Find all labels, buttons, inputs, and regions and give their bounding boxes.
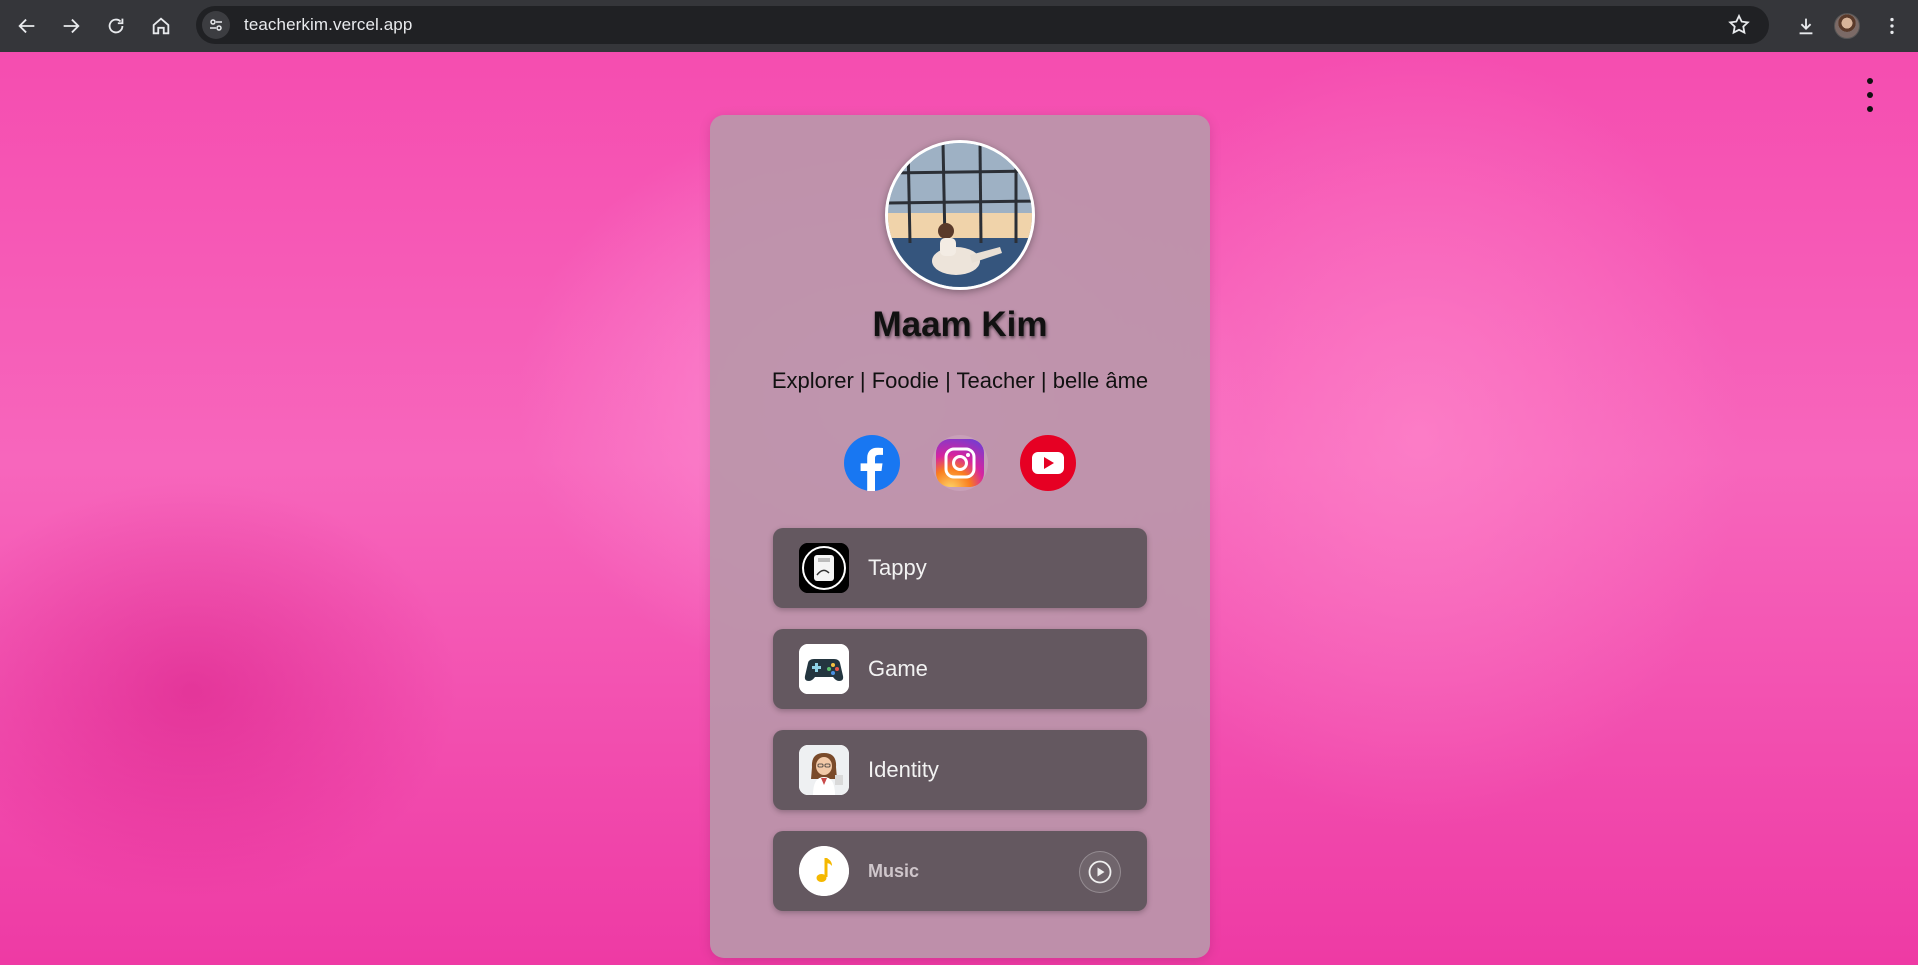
menu-dot bbox=[1867, 92, 1873, 98]
play-icon bbox=[1088, 860, 1112, 884]
profile-photo bbox=[885, 140, 1035, 290]
profile-name: Maam Kim bbox=[872, 305, 1048, 344]
address-bar[interactable]: teacherkim.vercel.app bbox=[196, 6, 1769, 44]
site-info-button[interactable] bbox=[202, 11, 230, 39]
facebook-icon bbox=[844, 435, 900, 491]
music-label: Music bbox=[868, 860, 920, 881]
instagram-icon bbox=[932, 435, 988, 491]
download-icon bbox=[1799, 18, 1813, 35]
music-player: Music bbox=[773, 831, 1147, 911]
tappy-link-button[interactable]: Tappy bbox=[773, 528, 1147, 608]
game-link-button[interactable]: Game bbox=[773, 629, 1147, 709]
link-list: Tappy Game Identity Music bbox=[773, 528, 1147, 932]
tappy-icon bbox=[799, 543, 849, 593]
profile-tagline: Explorer | Foodie | Teacher | belle âme bbox=[771, 368, 1149, 393]
browser-toolbar: teacherkim.vercel.app bbox=[0, 0, 1918, 52]
back-arrow-icon bbox=[18, 18, 35, 34]
music-play-button[interactable] bbox=[1079, 851, 1121, 893]
teacher-avatar-icon bbox=[799, 745, 849, 795]
toolbar-actions bbox=[1788, 0, 1918, 52]
youtube-link[interactable] bbox=[1020, 435, 1076, 491]
social-links bbox=[710, 435, 1210, 491]
browser-menu-button[interactable] bbox=[1874, 8, 1910, 44]
page-menu-button[interactable] bbox=[1858, 78, 1882, 112]
url-text[interactable]: teacherkim.vercel.app bbox=[244, 15, 412, 35]
menu-dot bbox=[1867, 106, 1873, 112]
youtube-icon bbox=[1020, 435, 1076, 491]
page-viewport: Maam Kim Explorer | Foodie | Teacher | b… bbox=[0, 52, 1918, 965]
reload-icon bbox=[108, 18, 124, 34]
downloads-button[interactable] bbox=[1788, 8, 1824, 44]
tune-icon bbox=[210, 19, 222, 31]
back-button[interactable] bbox=[9, 8, 45, 44]
game-link-label: Game bbox=[868, 656, 928, 681]
menu-dot bbox=[1867, 78, 1873, 84]
tappy-link-label: Tappy bbox=[868, 555, 927, 580]
profile-card: Maam Kim Explorer | Foodie | Teacher | b… bbox=[710, 115, 1210, 958]
identity-link-label: Identity bbox=[868, 757, 939, 782]
profile-avatar[interactable] bbox=[1834, 13, 1860, 39]
instagram-link[interactable] bbox=[932, 435, 988, 491]
bookmark-star-icon[interactable] bbox=[1727, 13, 1751, 37]
identity-link-button[interactable]: Identity bbox=[773, 730, 1147, 810]
profile-photo-image bbox=[888, 143, 1032, 287]
reload-button[interactable] bbox=[98, 8, 134, 44]
forward-arrow-icon bbox=[63, 18, 80, 34]
more-vertical-icon bbox=[1890, 17, 1894, 35]
home-button[interactable] bbox=[143, 8, 179, 44]
music-note-icon bbox=[799, 846, 849, 896]
home-icon bbox=[152, 17, 170, 35]
gamepad-icon bbox=[799, 644, 849, 694]
facebook-link[interactable] bbox=[844, 435, 900, 491]
forward-button[interactable] bbox=[53, 8, 89, 44]
